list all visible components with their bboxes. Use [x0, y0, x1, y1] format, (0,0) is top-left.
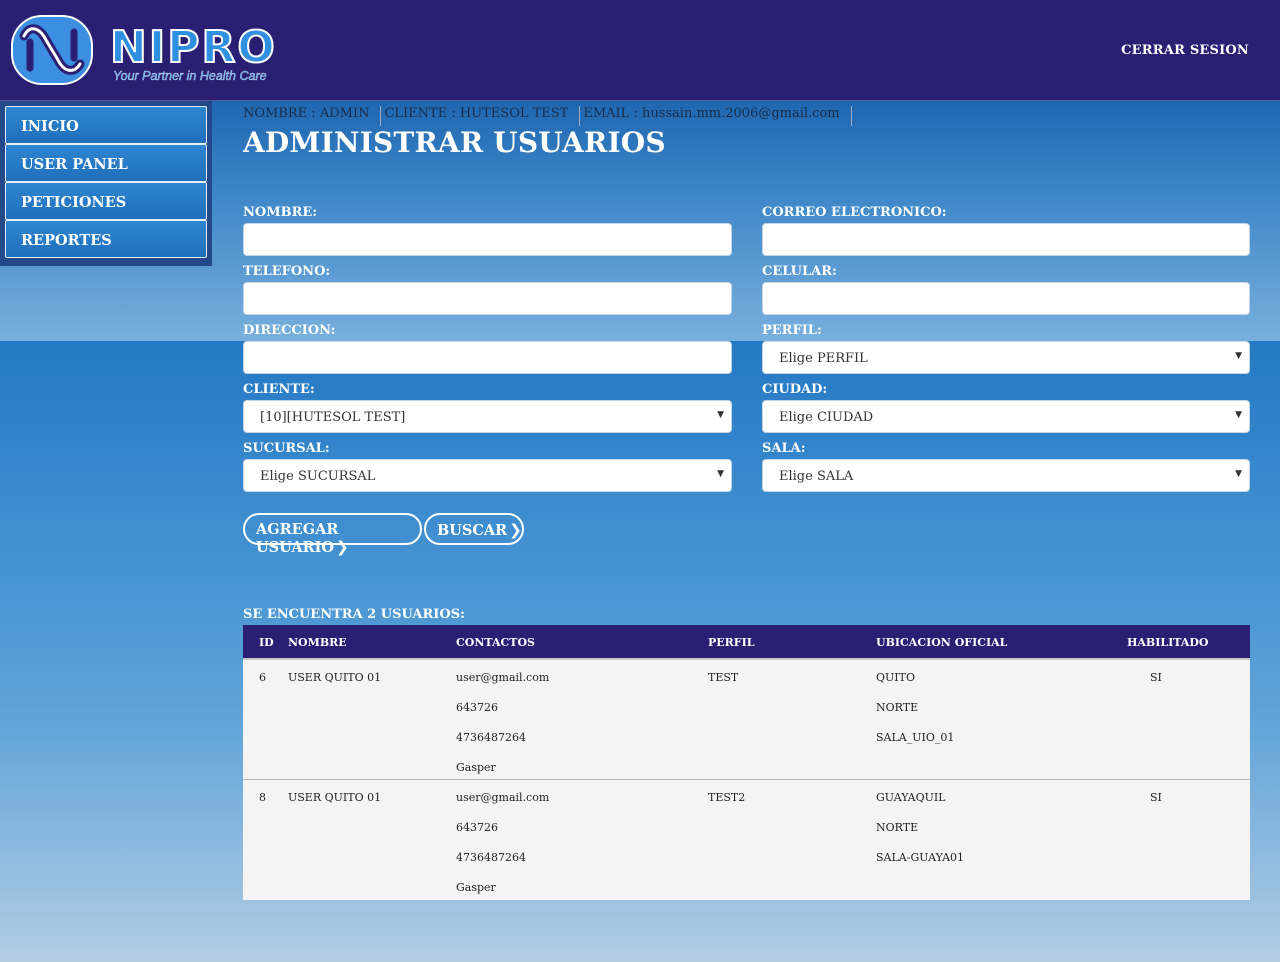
cliente-select-value: [10][HUTESOL TEST]	[260, 410, 406, 425]
perfil-select[interactable]: Elige PERFIL ▼	[762, 341, 1250, 374]
chevron-right-icon: ❯	[509, 521, 522, 539]
dropdown-arrow-icon: ▼	[717, 410, 724, 420]
location-room: SALA_UIO_01	[876, 731, 955, 744]
user-email-info: EMAIL : hussain.mm.2006@gmail.com	[582, 106, 852, 126]
users-table: ID NOMBRE CONTACTOS PERFIL UBICACION OFI…	[243, 625, 1250, 900]
cell-ubicacion: QUITO NORTE SALA_UIO_01	[876, 671, 954, 761]
search-button-label: BUSCAR	[437, 522, 508, 539]
header-nombre: NOMBRE	[288, 636, 347, 649]
cell-perfil: TEST	[708, 671, 739, 684]
header-id: ID	[259, 636, 274, 649]
sidebar-item-reportes[interactable]: REPORTES	[5, 220, 207, 258]
header-perfil: PERFIL	[708, 636, 755, 649]
telefono-label: TELEFONO:	[243, 264, 331, 279]
correo-label: CORREO ELECTRONICO:	[762, 205, 947, 220]
celular-input[interactable]	[762, 282, 1250, 315]
contact-mobile: 4736487264	[456, 731, 526, 744]
header: NIPRO Your Partner in Health Care CERRAR…	[0, 0, 1280, 101]
cell-id: 6	[259, 671, 266, 684]
cell-ubicacion: GUAYAQUIL NORTE SALA-GUAYA01	[876, 791, 964, 881]
logout-link[interactable]: CERRAR SESION	[1121, 43, 1249, 58]
sucursal-label: SUCURSAL:	[243, 441, 330, 456]
cliente-select[interactable]: [10][HUTESOL TEST] ▼	[243, 400, 732, 433]
contact-mobile: 4736487264	[456, 851, 526, 864]
telefono-input[interactable]	[243, 282, 732, 315]
search-button[interactable]: BUSCAR ❯	[424, 513, 524, 545]
contact-email: user@gmail.com	[456, 671, 550, 684]
sala-select-value: Elige SALA	[779, 469, 854, 484]
table-row[interactable]: 6 USER QUITO 01 user@gmail.com 643726 47…	[243, 658, 1250, 779]
table-header: ID NOMBRE CONTACTOS PERFIL UBICACION OFI…	[243, 625, 1250, 658]
nombre-input[interactable]	[243, 223, 732, 256]
ciudad-select-value: Elige CIUDAD	[779, 410, 874, 425]
direccion-input[interactable]	[243, 341, 732, 374]
dropdown-arrow-icon: ▼	[1235, 410, 1242, 420]
table-row[interactable]: 8 USER QUITO 01 user@gmail.com 643726 47…	[243, 779, 1250, 900]
brand-tagline: Your Partner in Health Care	[113, 69, 267, 83]
nipro-logo-icon	[11, 15, 93, 85]
sidebar: INICIO USER PANEL PETICIONES REPORTES	[0, 101, 212, 266]
add-user-button-label: AGREGAR USUARIO	[256, 521, 339, 556]
nombre-label: NOMBRE:	[243, 205, 318, 220]
sala-label: SALA:	[762, 441, 806, 456]
header-contactos: CONTACTOS	[456, 636, 535, 649]
location-branch: NORTE	[876, 701, 919, 714]
results-count: SE ENCUENTRA 2 USUARIOS:	[243, 607, 465, 622]
page-title: ADMINISTRAR USUARIOS	[243, 126, 666, 159]
header-ubicacion: UBICACION OFICIAL	[876, 636, 1008, 649]
ciudad-label: CIUDAD:	[762, 382, 828, 397]
correo-input[interactable]	[762, 223, 1250, 256]
cell-perfil: TEST2	[708, 791, 746, 804]
dropdown-arrow-icon: ▼	[1235, 469, 1242, 479]
location-city: GUAYAQUIL	[876, 791, 946, 804]
sucursal-select-value: Elige SUCURSAL	[260, 469, 376, 484]
direccion-label: DIRECCION:	[243, 323, 336, 338]
celular-label: CELULAR:	[762, 264, 837, 279]
user-info-bar: NOMBRE : ADMIN CLIENTE : HUTESOL TEST EM…	[243, 106, 854, 126]
cliente-label: CLIENTE:	[243, 382, 315, 397]
cell-id: 8	[259, 791, 266, 804]
contact-email: user@gmail.com	[456, 791, 550, 804]
chevron-right-icon: ❯	[336, 538, 349, 556]
contact-address: Gasper	[456, 881, 496, 894]
sala-select[interactable]: Elige SALA ▼	[762, 459, 1250, 492]
perfil-select-value: Elige PERFIL	[779, 351, 868, 366]
cell-contactos: user@gmail.com 643726 4736487264 Gasper	[456, 791, 549, 911]
user-client-info: CLIENTE : HUTESOL TEST	[383, 106, 581, 126]
dropdown-arrow-icon: ▼	[1235, 351, 1242, 361]
add-user-button[interactable]: AGREGAR USUARIO ❯	[243, 513, 422, 556]
location-branch: NORTE	[876, 821, 919, 834]
cell-nombre: USER QUITO 01	[288, 671, 382, 684]
user-name-info: NOMBRE : ADMIN	[243, 106, 382, 126]
location-room: SALA-GUAYA01	[876, 851, 965, 864]
contact-phone: 643726	[456, 701, 498, 714]
header-habilitado: HABILITADO	[1127, 636, 1209, 649]
location-city: QUITO	[876, 671, 915, 684]
perfil-label: PERFIL:	[762, 323, 822, 338]
sidebar-item-inicio[interactable]: INICIO	[5, 106, 207, 144]
sidebar-item-user-panel[interactable]: USER PANEL	[5, 144, 207, 182]
cell-habilitado: SI	[1150, 791, 1162, 804]
brand-name: NIPRO	[109, 22, 277, 73]
sucursal-select[interactable]: Elige SUCURSAL ▼	[243, 459, 732, 492]
cell-habilitado: SI	[1150, 671, 1162, 684]
sidebar-item-peticiones[interactable]: PETICIONES	[5, 182, 207, 220]
cell-contactos: user@gmail.com 643726 4736487264 Gasper	[456, 671, 549, 791]
dropdown-arrow-icon: ▼	[717, 469, 724, 479]
contact-phone: 643726	[456, 821, 498, 834]
ciudad-select[interactable]: Elige CIUDAD ▼	[762, 400, 1250, 433]
cell-nombre: USER QUITO 01	[288, 791, 382, 804]
